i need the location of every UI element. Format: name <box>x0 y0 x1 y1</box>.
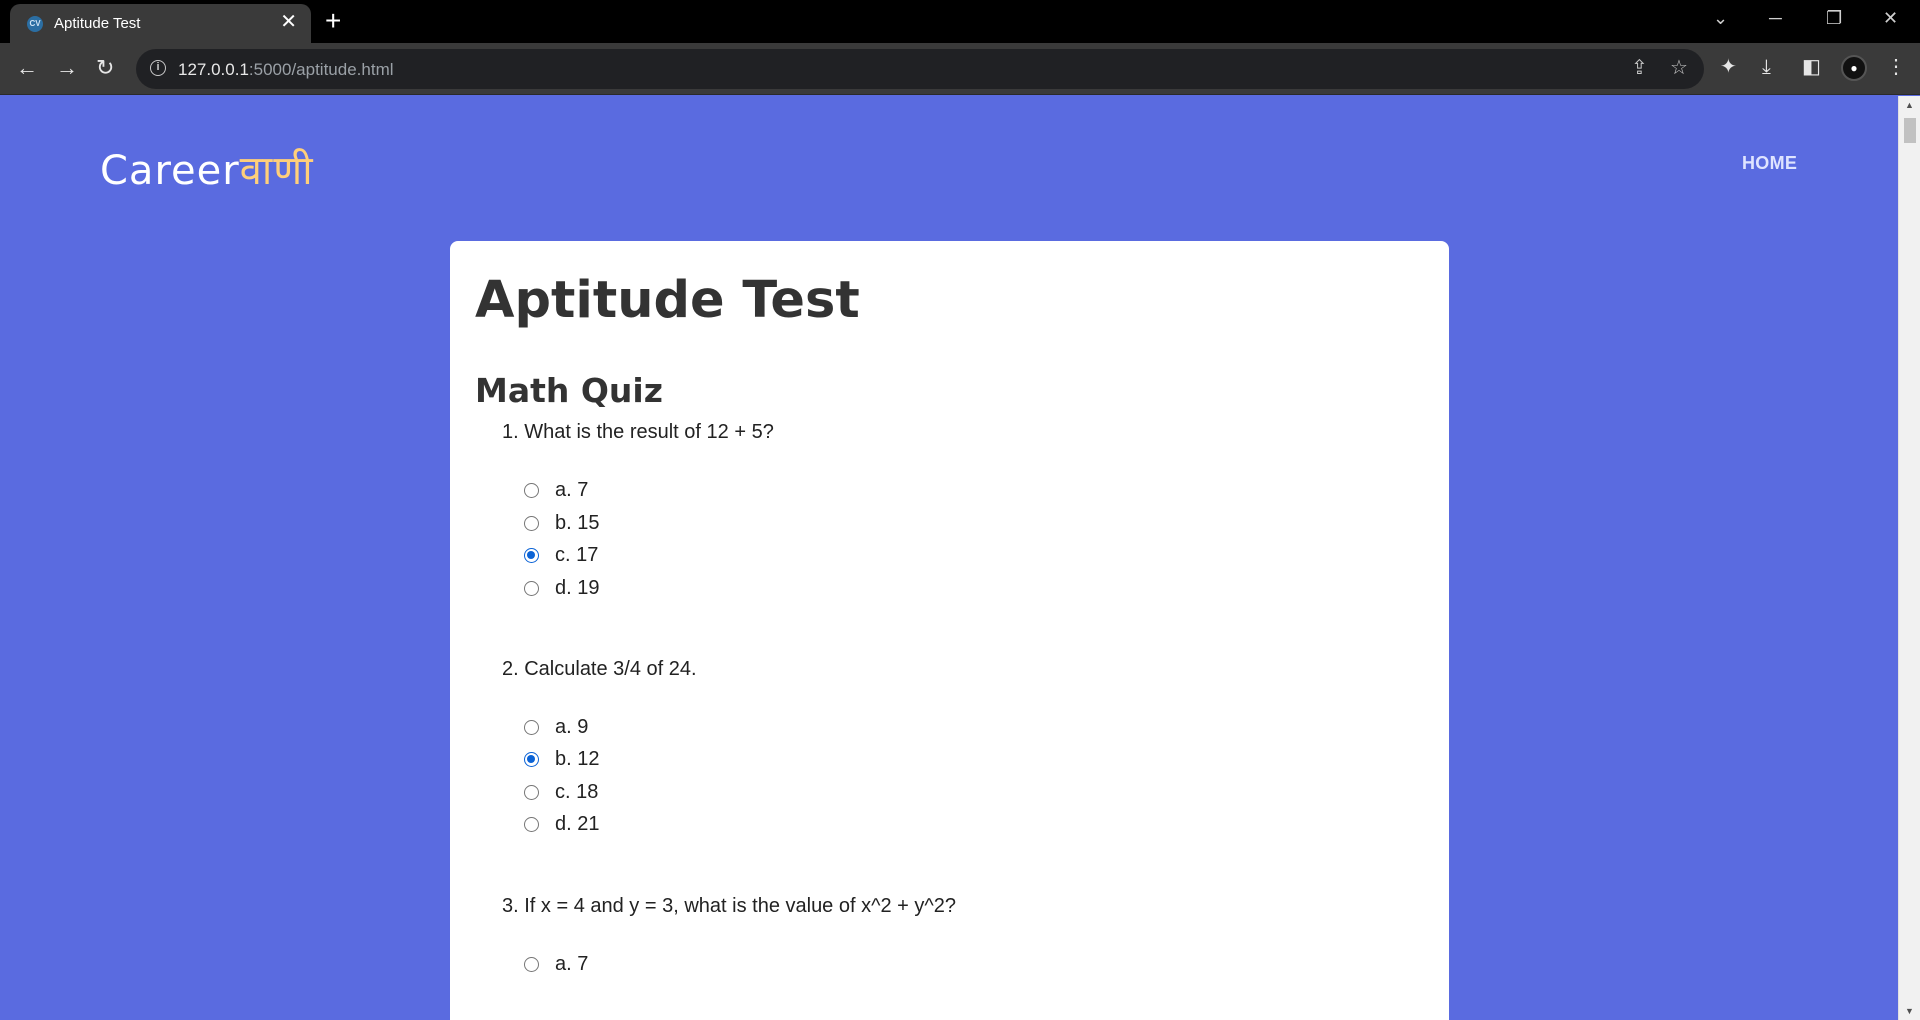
browser-tab-strip: CV Aptitude Test ✕ + ⌄ ─ ❐ ✕ <box>0 0 1920 43</box>
q1-option-a[interactable]: a. 7 <box>524 475 588 505</box>
option-label: b. 15 <box>555 511 600 534</box>
option-label: a. 7 <box>555 478 589 501</box>
scroll-down-icon[interactable]: ▼ <box>1905 1006 1914 1016</box>
page-scrollbar[interactable]: ▲ ▼ <box>1898 96 1920 1020</box>
radio-button[interactable] <box>524 482 539 498</box>
star-icon[interactable]: ☆ <box>1670 57 1688 79</box>
radio-button[interactable] <box>524 956 539 972</box>
radio-button[interactable] <box>524 580 539 596</box>
tab-favicon-icon: CV <box>27 16 43 32</box>
restore-icon[interactable]: ❐ <box>1826 8 1842 28</box>
q3-option-a[interactable]: a. 7 <box>524 949 588 979</box>
profile-avatar[interactable]: ● <box>1841 55 1867 81</box>
close-window-icon[interactable]: ✕ <box>1883 8 1898 28</box>
question-1: 1. What is the result of 12 + 5? <box>502 421 774 443</box>
option-label: d. 19 <box>555 576 600 599</box>
side-panel-icon[interactable]: ◧ <box>1802 55 1821 79</box>
q1-option-c[interactable]: c. 17 <box>524 540 598 570</box>
browser-tab[interactable]: CV Aptitude Test ✕ <box>10 4 311 43</box>
radio-button[interactable] <box>524 719 539 735</box>
q2-option-d[interactable]: d. 21 <box>524 809 599 839</box>
scroll-up-icon[interactable]: ▲ <box>1905 100 1914 110</box>
tab-title: Aptitude Test <box>54 15 141 32</box>
q1-option-b[interactable]: b. 15 <box>524 508 599 538</box>
kebab-menu-icon[interactable]: ⋮ <box>1886 55 1906 79</box>
download-icon[interactable]: ⤓ <box>1762 55 1771 79</box>
reload-icon[interactable]: ↻ <box>96 56 114 80</box>
q1-option-d[interactable]: d. 19 <box>524 573 599 603</box>
option-label: a. 9 <box>555 715 589 738</box>
page-viewport: Careerवाणी HOME Aptitude Test Math Quiz … <box>0 96 1898 1020</box>
q2-option-a[interactable]: a. 9 <box>524 712 588 742</box>
option-label: c. 18 <box>555 780 599 803</box>
radio-button[interactable] <box>524 784 539 800</box>
option-label: a. 7 <box>555 952 589 975</box>
browser-toolbar: ← → ↻ i 127.0.0.1:5000/aptitude.html ⇪ ☆… <box>0 43 1920 95</box>
info-icon[interactable]: i <box>150 60 166 76</box>
site-logo[interactable]: Careerवाणी <box>100 141 314 196</box>
close-tab-icon[interactable]: ✕ <box>280 12 297 32</box>
address-bar[interactable]: i 127.0.0.1:5000/aptitude.html ⇪ ☆ <box>136 49 1704 89</box>
q2-option-c[interactable]: c. 18 <box>524 777 598 807</box>
section-title: Math Quiz <box>475 371 663 410</box>
arrow-right-icon[interactable]: → <box>56 56 78 80</box>
option-label: b. 12 <box>555 747 600 770</box>
nav-home-link[interactable]: HOME <box>1742 153 1797 174</box>
radio-button[interactable] <box>524 816 539 832</box>
page-title: Aptitude Test <box>475 271 860 330</box>
logo-latin: Career <box>100 148 240 194</box>
url-path: :5000/aptitude.html <box>248 60 394 79</box>
question-2: 2. Calculate 3/4 of 24. <box>502 658 697 680</box>
question-3: 3. If x = 4 and y = 3, what is the value… <box>502 895 957 917</box>
scroll-thumb[interactable] <box>1904 118 1916 143</box>
option-label: d. 21 <box>555 812 600 835</box>
q2-option-b[interactable]: b. 12 <box>524 744 599 774</box>
url-host: 127.0.0.1 <box>178 60 249 79</box>
quiz-card: Aptitude Test Math Quiz 1. What is the r… <box>450 241 1449 1020</box>
url-text[interactable]: 127.0.0.1:5000/aptitude.html <box>178 60 394 80</box>
radio-button-selected[interactable] <box>524 547 539 563</box>
tab-search-icon[interactable]: ⌄ <box>1713 8 1728 28</box>
arrow-left-icon[interactable]: ← <box>16 56 38 80</box>
radio-button-selected[interactable] <box>524 751 539 767</box>
new-tab-icon[interactable]: + <box>325 6 341 36</box>
option-label: c. 17 <box>555 543 599 566</box>
puzzle-icon[interactable]: ✦ <box>1720 55 1737 79</box>
minimize-icon[interactable]: ─ <box>1769 8 1782 28</box>
logo-devanagari: वाणी <box>239 148 314 194</box>
share-icon[interactable]: ⇪ <box>1631 57 1648 79</box>
radio-button[interactable] <box>524 515 539 531</box>
